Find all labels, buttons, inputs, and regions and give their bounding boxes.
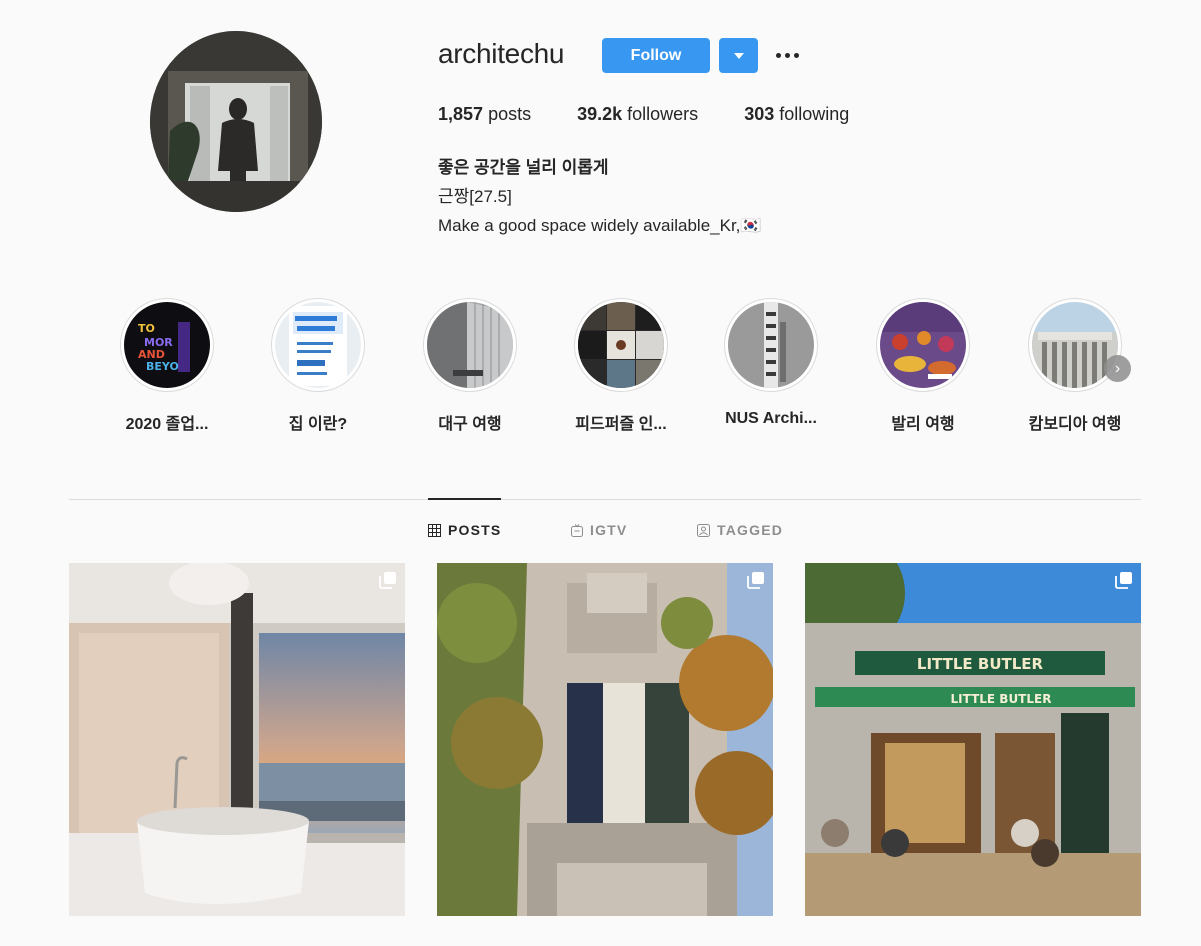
svg-text:TO: TO [138,322,155,335]
bio-name: 좋은 공간을 널리 이롭게 [438,158,609,177]
igtv-icon [571,523,583,537]
multiple-photos-icon [379,572,396,589]
highlight-ring [423,298,517,392]
posts-stat: 1,857 posts [438,104,531,125]
post-thumbnail[interactable] [437,563,773,916]
followers-stat[interactable]: 39.2k followers [577,104,698,125]
more-dot-icon [784,52,790,58]
post-image [437,563,773,916]
highlight-cover [275,302,361,388]
tab-posts[interactable]: POSTS [428,522,501,538]
tab-tagged[interactable]: TAGGED [697,522,783,538]
posts-label: posts [488,104,532,124]
highlight-ring [271,298,365,392]
tagged-icon [697,523,710,537]
tabs-divider [69,499,1141,500]
svg-text:LITTLE BUTLER: LITTLE BUTLER [951,692,1052,706]
bio-line: 근짱[27.5] [438,187,512,206]
profile-username: architechu [438,38,565,69]
highlight-cover [880,302,966,388]
highlight-item[interactable]: 대구 여행 [410,298,530,434]
bio-line: Make a good space widely available_Kr,🇰🇷 [438,216,762,235]
highlight-label: NUS Archi... [725,410,817,427]
tab-tagged-label: TAGGED [717,522,784,538]
highlight-label: 집 이란? [288,416,348,433]
highlight-cover [578,302,664,388]
more-dot-icon [793,52,799,58]
highlight-ring [876,298,970,392]
suggested-accounts-dropdown-button[interactable] [719,38,758,73]
highlight-ring [574,298,668,392]
multiple-photos-icon [747,572,764,589]
tab-posts-label: POSTS [448,522,502,538]
highlight-item[interactable]: NUS Archi... [711,298,831,428]
highlight-ring [724,298,818,392]
following-stat[interactable]: 303 following [744,104,849,125]
following-label: following [779,104,850,124]
svg-text:LITTLE BUTLER: LITTLE BUTLER [917,655,1044,673]
highlight-cover: TO MOR AND BEYO [124,302,210,388]
active-tab-indicator [428,498,501,500]
post-thumbnail[interactable] [69,563,405,916]
more-options-button[interactable] [772,44,802,66]
highlight-label: 2020 졸업... [125,416,209,433]
highlight-item[interactable]: 발리 여행 [863,298,983,434]
highlights-next-button[interactable]: › [1104,355,1131,382]
chevron-down-icon [733,52,744,59]
post-thumbnail[interactable]: LITTLE BUTLER LITTLE BUTLER [805,563,1141,916]
highlight-cover [427,302,513,388]
tab-igtv[interactable]: IGTV [571,522,627,538]
profile-avatar[interactable] [150,31,322,212]
highlight-cover [728,302,814,388]
profile-stats: 1,857 posts 39.2k followers 303 followin… [438,104,895,125]
following-count: 303 [744,104,775,124]
followers-count: 39.2k [577,104,623,124]
highlight-label: 캄보디아 여행 [1028,416,1122,433]
chevron-right-icon: › [1114,359,1121,377]
highlight-label: 대구 여행 [438,416,502,433]
highlight-item[interactable]: 피드퍼즐 인... [561,298,681,434]
post-image: LITTLE BUTLER LITTLE BUTLER [805,563,1141,916]
svg-text:BEYO: BEYO [146,360,179,373]
more-dot-icon [775,52,781,58]
post-image [69,563,405,916]
multiple-photos-icon [1115,572,1132,589]
follow-button[interactable]: Follow [602,38,710,73]
grid-icon [428,523,441,537]
highlight-item[interactable]: 집 이란? [258,298,378,434]
profile-bio: 좋은 공간을 널리 이롭게 근짱[27.5] Make a good space… [438,153,762,240]
highlight-label: 발리 여행 [891,416,955,433]
highlight-ring: TO MOR AND BEYO [120,298,214,392]
highlight-item[interactable]: TO MOR AND BEYO 2020 졸업... [107,298,227,434]
highlight-label: 피드퍼즐 인... [575,416,667,433]
posts-count: 1,857 [438,104,484,124]
followers-label: followers [627,104,699,124]
tab-igtv-label: IGTV [590,522,628,538]
